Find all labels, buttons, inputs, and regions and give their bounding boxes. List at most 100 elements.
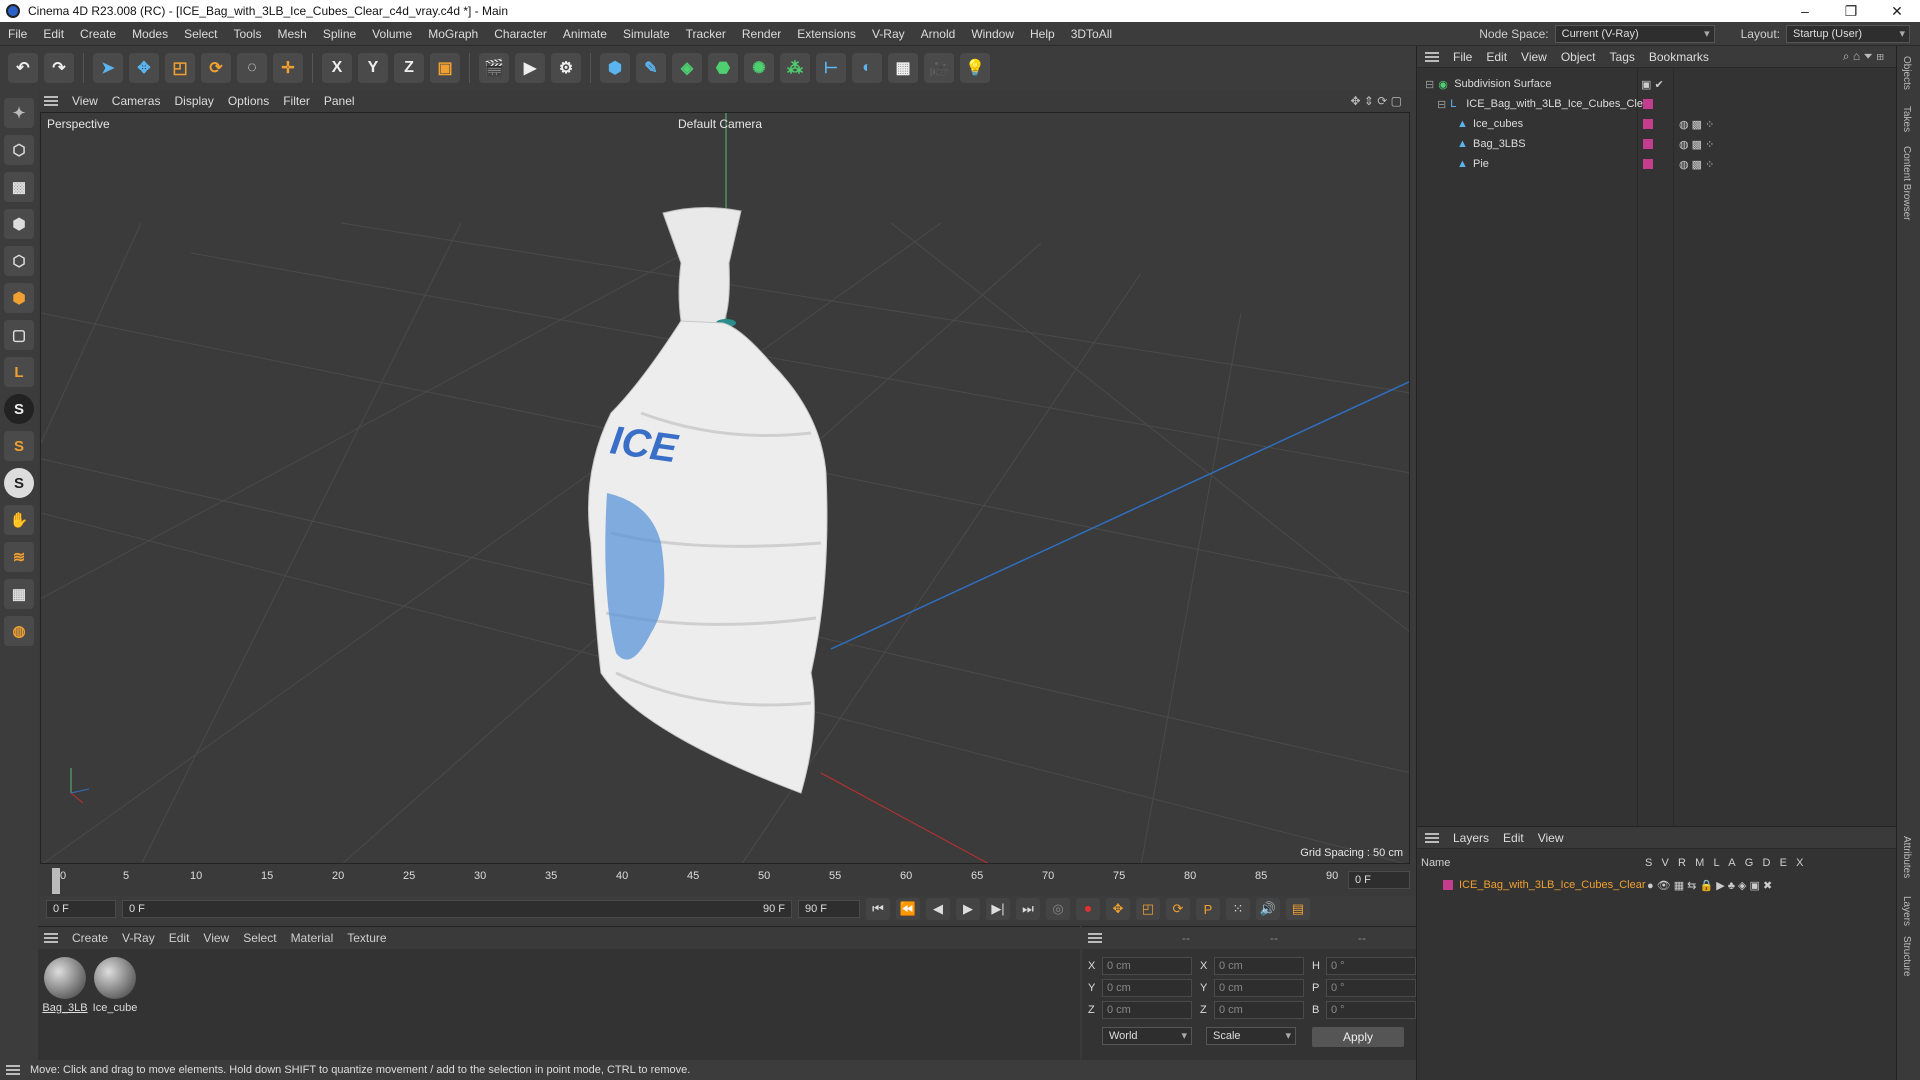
rot-b-field[interactable]: 0 ° — [1326, 1001, 1416, 1019]
polygons-mode-icon[interactable]: ⬢ — [4, 283, 34, 313]
layer-color-tag[interactable] — [1643, 99, 1653, 109]
record-icon[interactable]: ⏺ — [1076, 898, 1100, 920]
menu-edit[interactable]: Edit — [35, 27, 72, 41]
tab-takes[interactable]: Takes — [1901, 106, 1912, 132]
viewport-menu-view[interactable]: View — [72, 94, 98, 108]
material-swatch[interactable]: Ice_cube — [92, 957, 138, 1014]
menu-mograph[interactable]: MoGraph — [420, 27, 486, 41]
render-settings-icon[interactable]: ⚙ — [551, 53, 581, 83]
layer-color-tag[interactable] — [1643, 119, 1653, 129]
points-mode-icon[interactable]: ⬢ — [4, 209, 34, 239]
redo-icon[interactable]: ↷ — [44, 53, 74, 83]
layer-menu-icon[interactable] — [1425, 832, 1439, 843]
menu-volume[interactable]: Volume — [364, 27, 420, 41]
node-space-dropdown[interactable]: Current (V-Ray) — [1554, 25, 1715, 43]
object-menu-object[interactable]: Object — [1561, 50, 1596, 64]
layer-color-swatch[interactable] — [1443, 880, 1453, 890]
object-menu-bookmarks[interactable]: Bookmarks — [1649, 50, 1709, 64]
locked-workplane-icon[interactable]: ◍ — [4, 616, 34, 646]
layer-color-tag[interactable] — [1643, 159, 1653, 169]
tab-objects[interactable]: Objects — [1901, 56, 1912, 90]
timeline-window-icon[interactable]: ▤ — [1286, 898, 1310, 920]
3d-viewport[interactable]: ICE Perspective Default Camera Grid Spac… — [40, 112, 1410, 864]
axis-mode-icon[interactable]: L — [4, 357, 34, 387]
world-coord-icon[interactable]: ▣ — [430, 53, 460, 83]
key-pla-icon[interactable]: ⁙ — [1226, 898, 1250, 920]
menu-3dtoall[interactable]: 3DToAll — [1063, 27, 1120, 41]
size-mode-dropdown[interactable]: Scale — [1206, 1027, 1296, 1045]
snap-icon[interactable]: S — [4, 394, 34, 424]
object-menu-view[interactable]: View — [1521, 50, 1547, 64]
start-frame-field[interactable]: 0 F — [46, 900, 116, 918]
close-icon[interactable]: ✕ — [1874, 0, 1920, 22]
layer-name[interactable]: ICE_Bag_with_3LB_Ice_Cubes_Clear — [1459, 879, 1646, 891]
frame-range-slider[interactable]: 0 F 90 F — [122, 900, 792, 918]
snap-settings-icon[interactable]: S — [4, 431, 34, 461]
extrude-icon[interactable]: ⬣ — [708, 53, 738, 83]
rot-p-field[interactable]: 0 ° — [1326, 979, 1416, 997]
object-menu-file[interactable]: File — [1453, 50, 1472, 64]
menu-help[interactable]: Help — [1022, 27, 1063, 41]
object-row[interactable]: ⊟ ◉ Subdivision Surface ▣ ✔ — [1417, 74, 1897, 94]
layer-menu-view[interactable]: View — [1538, 831, 1564, 845]
object-search-icons[interactable]: ⌕ ⌂ ⏷ ⊞ — [1843, 49, 1884, 64]
material-menu-view[interactable]: View — [203, 931, 229, 945]
playhead[interactable] — [52, 868, 60, 894]
layer-menu-layers[interactable]: Layers — [1453, 831, 1489, 845]
coord-mode-dropdown[interactable]: World — [1102, 1027, 1192, 1045]
render-icon[interactable]: ▶ — [515, 53, 545, 83]
pos-z-field[interactable]: 0 cm — [1102, 1001, 1192, 1019]
menu-arnold[interactable]: Arnold — [913, 27, 964, 41]
material-menu-vray[interactable]: V-Ray — [122, 931, 155, 945]
go-to-start-icon[interactable]: ⏮ — [866, 898, 890, 920]
key-scale-icon[interactable]: ◰ — [1136, 898, 1160, 920]
maximize-icon[interactable]: ❐ — [1828, 0, 1874, 22]
tab-content-browser[interactable]: Content Browser — [1901, 146, 1912, 220]
object-row[interactable]: ⊟ L ICE_Bag_with_3LB_Ice_Cubes_Clear — [1417, 94, 1897, 114]
light-icon[interactable]: 💡 — [960, 53, 990, 83]
menu-animate[interactable]: Animate — [555, 27, 615, 41]
go-to-end-icon[interactable]: ⏭ — [1016, 898, 1040, 920]
menu-modes[interactable]: Modes — [124, 27, 176, 41]
array-icon[interactable]: ⁂ — [780, 53, 810, 83]
deformer-icon[interactable]: ◐ — [852, 53, 882, 83]
texture-mode-icon[interactable]: ▩ — [4, 172, 34, 202]
menu-simulate[interactable]: Simulate — [615, 27, 678, 41]
z-axis-icon[interactable]: Z — [394, 53, 424, 83]
material-menu-texture[interactable]: Texture — [347, 931, 386, 945]
uv-mode-icon[interactable]: ▢ — [4, 320, 34, 350]
rotate-icon[interactable]: ⟳ — [201, 53, 231, 83]
menu-select[interactable]: Select — [176, 27, 225, 41]
live-select-icon[interactable]: ◌ — [237, 53, 267, 83]
model-mode-icon[interactable]: ⬡ — [4, 135, 34, 165]
workplane-icon[interactable]: ≋ — [4, 542, 34, 572]
viewport-menu-display[interactable]: Display — [174, 94, 213, 108]
material-menu-select[interactable]: Select — [243, 931, 276, 945]
menu-character[interactable]: Character — [486, 27, 555, 41]
key-param-icon[interactable]: P — [1196, 898, 1220, 920]
edges-mode-icon[interactable]: ⬡ — [4, 246, 34, 276]
apply-button[interactable]: Apply — [1312, 1027, 1404, 1047]
camera-icon[interactable]: 🎥 — [924, 53, 954, 83]
scale-icon[interactable]: ◰ — [165, 53, 195, 83]
move-icon[interactable]: ✥ — [129, 53, 159, 83]
material-swatch[interactable]: Bag_3LB — [42, 957, 88, 1014]
pen-icon[interactable]: ✎ — [636, 53, 666, 83]
measure-icon[interactable]: ⊢ — [816, 53, 846, 83]
floor-icon[interactable]: ▦ — [888, 53, 918, 83]
coord-menu-icon[interactable] — [1088, 933, 1102, 943]
layout-dropdown[interactable]: Startup (User) — [1786, 25, 1910, 43]
snap-mode-icon[interactable]: S — [4, 468, 34, 498]
viewport-menu-cameras[interactable]: Cameras — [112, 94, 161, 108]
undo-icon[interactable]: ↶ — [8, 53, 38, 83]
tab-layers[interactable]: Layers — [1901, 896, 1912, 926]
current-frame-field[interactable]: 0 F — [1348, 871, 1410, 889]
tab-attributes[interactable]: Attributes — [1901, 836, 1912, 878]
key-rotation-icon[interactable]: ⟳ — [1166, 898, 1190, 920]
menu-spline[interactable]: Spline — [315, 27, 364, 41]
render-view-icon[interactable]: 🎬 — [479, 53, 509, 83]
viewport-menu-panel[interactable]: Panel — [324, 94, 355, 108]
pos-y-field[interactable]: 0 cm — [1102, 979, 1192, 997]
menu-extensions[interactable]: Extensions — [789, 27, 864, 41]
layer-row[interactable]: ICE_Bag_with_3LB_Ice_Cubes_Clear ● 👁 ▦ ⇆… — [1417, 875, 1897, 895]
